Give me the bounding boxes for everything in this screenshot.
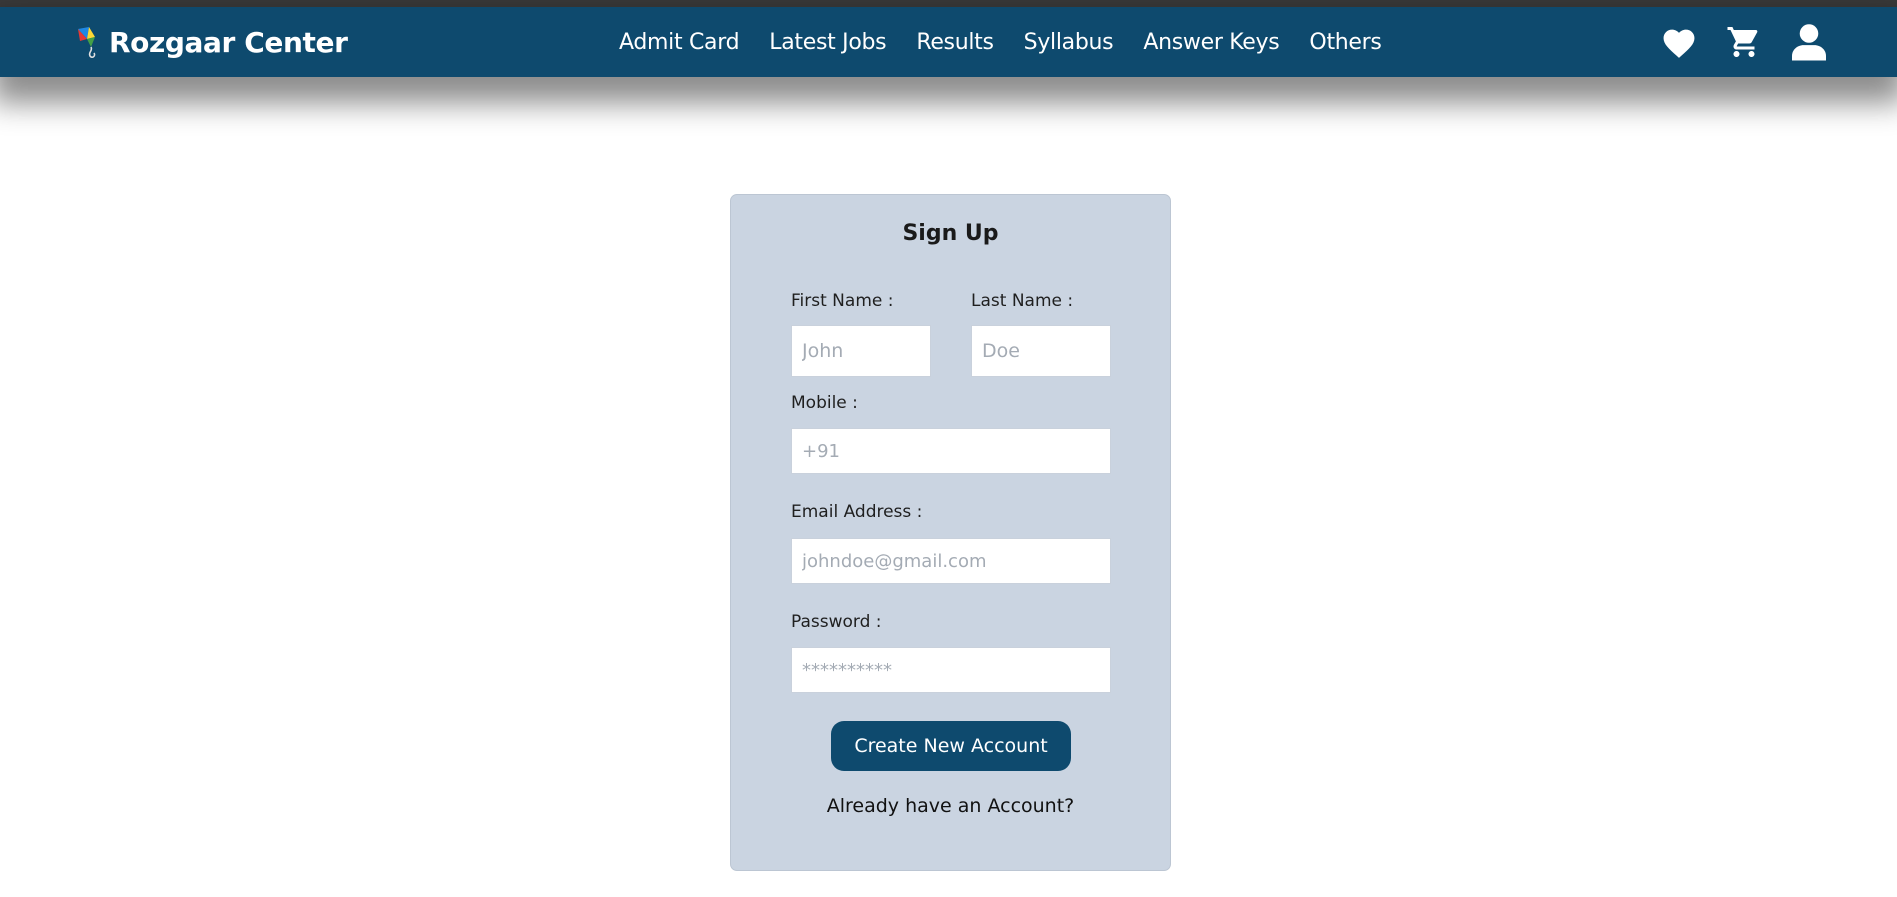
- nav-link-others[interactable]: Others: [1309, 30, 1381, 55]
- first-name-input[interactable]: [791, 325, 931, 377]
- password-label: Password :: [791, 612, 882, 632]
- signup-card: Sign Up First Name : Last Name : Mobile …: [730, 194, 1171, 871]
- nav-link-admit-card[interactable]: Admit Card: [619, 30, 740, 55]
- browser-top-strip: [0, 0, 1897, 7]
- user-icon: [1792, 24, 1826, 61]
- brand-name: Rozgaar Center: [109, 25, 348, 59]
- heart-icon: [1663, 29, 1695, 58]
- brand[interactable]: Rozgaar Center: [75, 7, 348, 77]
- main-nav: Admit Card Latest Jobs Results Syllabus …: [619, 7, 1412, 77]
- email-label: Email Address :: [791, 502, 923, 522]
- nav-link-latest-jobs[interactable]: Latest Jobs: [769, 30, 886, 55]
- nav-link-results[interactable]: Results: [916, 30, 994, 55]
- last-name-input[interactable]: [971, 325, 1111, 377]
- cart-icon: [1727, 27, 1758, 57]
- kite-logo-icon: [78, 27, 96, 59]
- mobile-input[interactable]: [791, 428, 1111, 474]
- navbar: Rozgaar Center Admit Card Latest Jobs Re…: [0, 7, 1897, 77]
- create-account-button[interactable]: Create New Account: [831, 721, 1071, 771]
- nav-icons: [1634, 7, 1829, 77]
- cart-button[interactable]: [1724, 22, 1764, 62]
- nav-link-syllabus[interactable]: Syllabus: [1024, 30, 1114, 55]
- password-input[interactable]: [791, 647, 1111, 693]
- first-name-label: First Name :: [791, 291, 894, 311]
- mobile-label: Mobile :: [791, 393, 858, 413]
- wishlist-button[interactable]: [1659, 22, 1699, 62]
- email-input[interactable]: [791, 538, 1111, 584]
- nav-link-answer-keys[interactable]: Answer Keys: [1143, 30, 1279, 55]
- last-name-label: Last Name :: [971, 291, 1074, 311]
- account-button[interactable]: [1789, 22, 1829, 62]
- signup-title: Sign Up: [902, 221, 999, 246]
- login-link[interactable]: Already have an Account?: [731, 795, 1170, 817]
